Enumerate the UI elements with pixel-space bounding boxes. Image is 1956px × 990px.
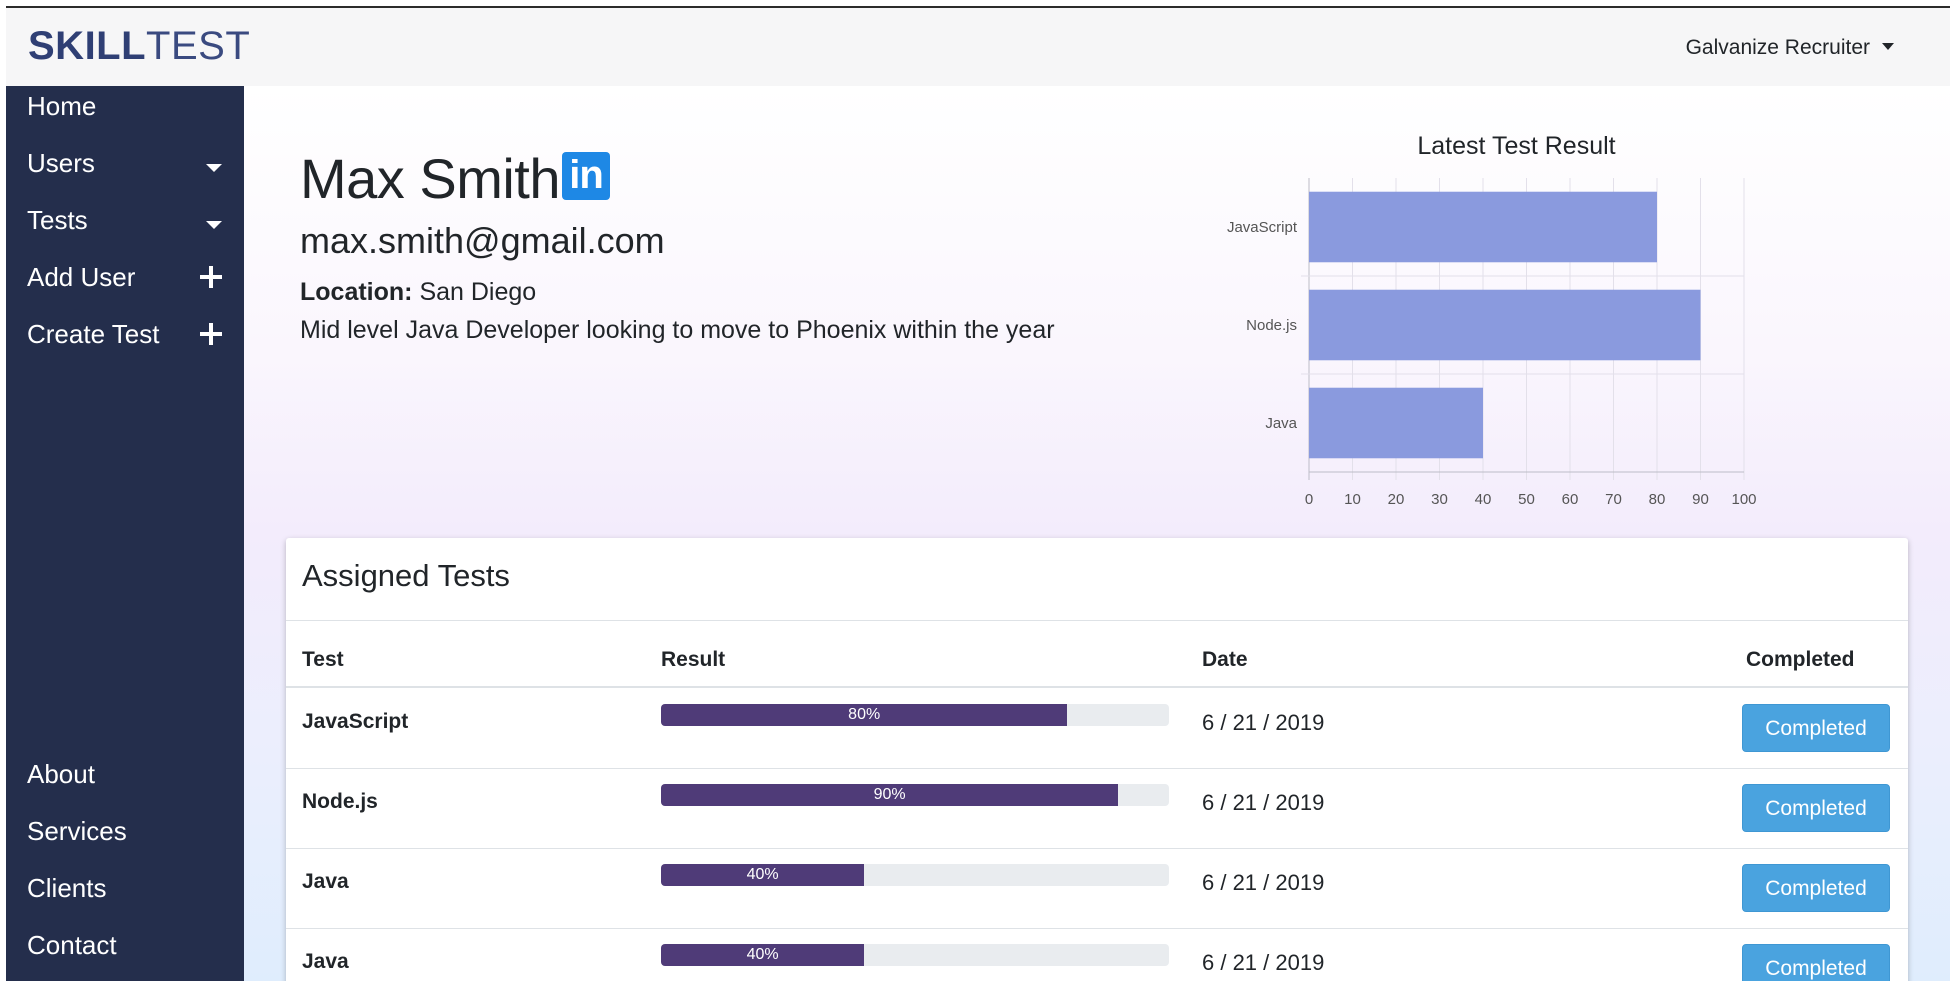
x-tick-label: 70 <box>1605 491 1622 508</box>
chart-svg: Latest Test Result 0 10 20 30 40 50 60 70 80 90 100… <box>1227 132 1757 508</box>
linkedin-icon[interactable]: in <box>562 152 610 200</box>
x-tick-label: 80 <box>1649 491 1666 508</box>
x-tick-label: 20 <box>1388 491 1405 508</box>
caret-down-icon <box>1882 43 1894 50</box>
sidebar-item-label: About <box>27 759 95 789</box>
sidebar-item-home[interactable]: Home <box>27 86 222 126</box>
profile-bio: Mid level Java Developer looking to move… <box>300 316 1055 344</box>
result-progress-bar: 90% <box>661 784 1119 806</box>
user-menu-dropdown[interactable]: Galvanize Recruiter <box>1686 36 1894 60</box>
brand-part-2: TEST <box>146 24 251 68</box>
plus-icon <box>200 257 222 299</box>
sidebar-item-add-user[interactable]: Add User <box>27 257 222 297</box>
completed-button[interactable]: Completed <box>1742 944 1890 981</box>
profile-email: max.smith@gmail.com <box>300 220 665 261</box>
location-label: Location: <box>300 278 413 306</box>
sidebar-item-label: Create Test <box>27 319 160 349</box>
location-value: San Diego <box>412 278 537 306</box>
column-header-result: Result <box>661 648 726 671</box>
result-progress: 40% <box>661 944 1169 966</box>
brand-logo[interactable]: SKILLTEST <box>28 24 250 69</box>
sidebar-item-label: Add User <box>27 262 136 292</box>
sidebar-item-label: Users <box>27 148 95 178</box>
x-tick-label: 90 <box>1692 491 1709 508</box>
user-menu-label: Galvanize Recruiter <box>1685 36 1870 59</box>
sidebar-item-create-test[interactable]: Create Test <box>27 314 222 354</box>
sidebar-item-contact[interactable]: Contact <box>27 925 222 965</box>
profile-name: Max Smith <box>300 147 561 210</box>
top-navbar: SKILLTEST Galvanize Recruiter <box>6 8 1950 86</box>
sidebar-item-label: Services <box>27 816 127 846</box>
test-date: 6 / 21 / 2019 <box>1202 950 1325 975</box>
sidebar-item-label: Home <box>27 91 97 121</box>
x-tick-label: 30 <box>1431 491 1448 508</box>
result-progress: 80% <box>661 704 1169 726</box>
x-tick-label: 40 <box>1475 491 1492 508</box>
brand-part-1: SKILL <box>28 24 147 68</box>
completed-button[interactable]: Completed <box>1742 784 1890 832</box>
profile-location: Location: San Diego <box>300 278 536 307</box>
caret-down-icon <box>206 200 222 240</box>
column-header-date: Date <box>1202 648 1248 671</box>
bar-javascript <box>1309 191 1657 263</box>
sidebar-item-label: Contact <box>27 930 117 960</box>
result-progress-bar: 40% <box>661 864 865 886</box>
table-row: Java 40% 6 / 21 / 2019 Completed <box>286 928 1908 981</box>
x-tick-label: 60 <box>1562 491 1579 508</box>
test-name: JavaScript <box>302 710 409 733</box>
table-row: Node.js 90% 6 / 21 / 2019 Completed <box>286 768 1908 848</box>
sidebar-item-users[interactable]: Users <box>27 143 222 183</box>
sidebar-item-tests[interactable]: Tests <box>27 200 222 240</box>
sidebar-item-label: Clients <box>27 873 107 903</box>
latest-test-result-chart: Latest Test Result 0 10 20 30 40 50 60 70 80 90 100… <box>1184 126 1804 526</box>
test-date: 6 / 21 / 2019 <box>1202 710 1325 735</box>
result-progress-bar: 40% <box>661 944 865 966</box>
x-tick-label: 100 <box>1731 491 1756 508</box>
main-content: Max Smith in max.smith@gmail.com Locatio… <box>244 86 1950 981</box>
sidebar-item-about[interactable]: About <box>27 754 222 794</box>
bar-node-js <box>1309 289 1701 361</box>
x-tick-label: 0 <box>1305 491 1313 508</box>
test-name: Node.js <box>302 790 378 813</box>
test-name: Java <box>302 870 349 893</box>
sidebar-item-label: Tests <box>27 205 88 235</box>
x-tick-label: 50 <box>1518 491 1535 508</box>
completed-button[interactable]: Completed <box>1742 864 1890 912</box>
test-date: 6 / 21 / 2019 <box>1202 870 1325 895</box>
sidebar: Home Users Tests Add User Create Test Ab… <box>6 86 244 981</box>
x-tick-label: 10 <box>1344 491 1361 508</box>
column-header-test: Test <box>302 648 344 671</box>
assigned-tests-card: Assigned Tests Test Result Date Complete… <box>286 538 1908 981</box>
result-progress: 90% <box>661 784 1169 806</box>
result-progress: 40% <box>661 864 1169 886</box>
chart-title: Latest Test Result <box>1417 132 1615 160</box>
sidebar-item-services[interactable]: Services <box>27 811 222 851</box>
y-tick-label: Node.js <box>1246 317 1297 334</box>
table-row: Java 40% 6 / 21 / 2019 Completed <box>286 848 1908 928</box>
table-row: JavaScript 80% 6 / 21 / 2019 Completed <box>286 688 1908 768</box>
bar-java <box>1309 387 1483 459</box>
y-tick-label: Java <box>1265 415 1297 432</box>
y-tick-label: JavaScript <box>1227 219 1298 236</box>
plus-icon <box>200 314 222 356</box>
test-date: 6 / 21 / 2019 <box>1202 790 1325 815</box>
result-progress-bar: 80% <box>661 704 1068 726</box>
test-name: Java <box>302 950 349 973</box>
card-title: Assigned Tests <box>302 558 510 593</box>
sidebar-item-clients[interactable]: Clients <box>27 868 222 908</box>
column-header-completed: Completed <box>1746 648 1855 671</box>
caret-down-icon <box>206 143 222 183</box>
completed-button[interactable]: Completed <box>1742 704 1890 752</box>
divider <box>286 620 1908 621</box>
